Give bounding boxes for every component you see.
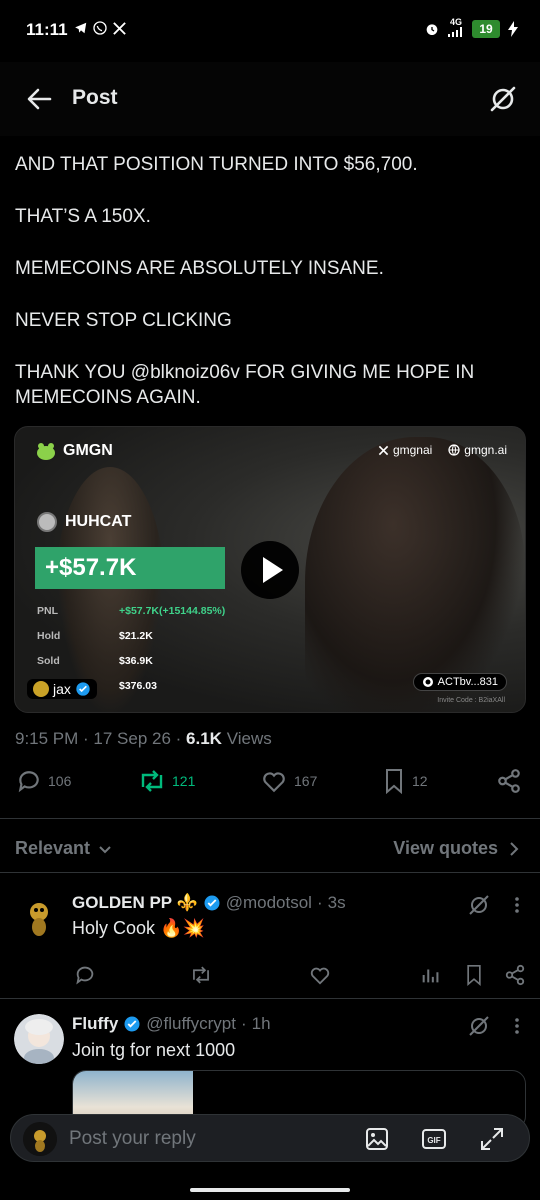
share-icon xyxy=(498,769,520,793)
reply-header: GOLDEN PP ⚜️ @modotsol · 3s xyxy=(72,893,346,913)
grok-icon[interactable] xyxy=(468,894,490,916)
token-avatar xyxy=(37,512,57,532)
invite-code: Invite Code : B2iaXAll xyxy=(437,697,505,704)
tweet-paragraph: THAT’S A 150X. xyxy=(15,206,151,227)
repost-button[interactable]: 121 xyxy=(138,768,195,794)
tweet-actions: 106 121 167 12 xyxy=(0,768,540,804)
reply-time: 3s xyxy=(327,893,346,912)
wallet-avatar-icon xyxy=(422,677,433,687)
network-type: 4G xyxy=(448,18,464,39)
notification-icons xyxy=(74,20,127,36)
media-link-x: gmgnai xyxy=(378,443,432,457)
chevron-right-icon xyxy=(510,841,519,856)
divider xyxy=(0,818,540,819)
heart-icon xyxy=(263,772,285,793)
avatar xyxy=(33,681,49,697)
reply-input-placeholder[interactable]: Post your reply xyxy=(69,1128,196,1150)
home-indicator[interactable] xyxy=(190,1188,350,1192)
sort-dropdown[interactable]: Relevant xyxy=(15,838,112,859)
expand-icon[interactable] xyxy=(479,1126,505,1152)
video-figure-right xyxy=(305,437,525,712)
analytics-icon[interactable] xyxy=(420,964,442,986)
charging-icon xyxy=(508,20,518,37)
tweet-paragraph: NEVER STOP CLICKING xyxy=(15,310,232,331)
play-icon[interactable] xyxy=(241,541,299,599)
status-bar: 11:11 4G 19 xyxy=(0,0,540,62)
video-figure-left xyxy=(55,467,165,712)
reply-handle[interactable]: @modotsol xyxy=(226,893,312,913)
reply-header: Fluffy @fluffycrypt · 1h xyxy=(72,1014,271,1034)
share-icon[interactable] xyxy=(504,964,526,986)
alarm-icon xyxy=(426,23,438,35)
user-badge: jax xyxy=(27,679,97,699)
bookmark-button[interactable]: 12 xyxy=(382,768,428,794)
bookmark-icon[interactable] xyxy=(464,964,484,986)
bookmark-icon xyxy=(386,769,402,794)
divider xyxy=(0,872,540,873)
x-icon xyxy=(113,21,126,35)
image-icon[interactable] xyxy=(364,1126,390,1152)
globe-icon xyxy=(448,444,460,456)
media-links: gmgnai gmgn.ai xyxy=(378,443,507,457)
page-title: Post xyxy=(72,86,118,109)
repost-icon xyxy=(141,770,163,792)
telegram-icon xyxy=(75,22,87,34)
verified-icon xyxy=(204,895,220,911)
header: Post xyxy=(0,62,540,136)
gmgn-logo: GMGN xyxy=(35,441,113,461)
tweet-paragraph: AND THAT POSITION TURNED INTO $56,700. xyxy=(15,154,418,175)
verified-icon xyxy=(124,1016,140,1032)
more-options-icon[interactable] xyxy=(514,896,520,914)
repost-icon[interactable] xyxy=(190,964,212,986)
tweet-paragraph: MEMECOINS ARE ABSOLUTELY INSANE. xyxy=(15,258,384,279)
reply-text: Holy Cook 🔥💥 xyxy=(72,918,205,938)
gmgn-brand-text: GMGN xyxy=(63,442,113,459)
token-name: HUHCAT xyxy=(37,512,131,532)
heart-icon[interactable] xyxy=(309,964,331,986)
grok-icon[interactable] xyxy=(468,1015,490,1037)
reply-text: Join tg for next 1000 xyxy=(72,1040,236,1060)
reply-icon[interactable] xyxy=(74,964,96,986)
reply-icon xyxy=(18,771,39,793)
reply-actions xyxy=(72,964,532,986)
avatar[interactable] xyxy=(14,892,64,942)
media-link-web: gmgn.ai xyxy=(448,443,507,457)
tweet-text: AND THAT POSITION TURNED INTO $56,700. T… xyxy=(15,152,527,437)
reply-author-name[interactable]: Fluffy xyxy=(72,1014,118,1034)
whatsapp-icon xyxy=(93,21,107,35)
tweet-paragraph: THANK YOU @blknoiz06v FOR GIVING ME HOPE… xyxy=(15,362,475,408)
back-arrow-icon[interactable] xyxy=(24,84,54,114)
more-options-icon[interactable] xyxy=(514,1017,520,1035)
reply-composer[interactable]: Post your reply GIF xyxy=(10,1114,530,1162)
grok-icon[interactable] xyxy=(488,84,518,114)
pnl-highlight: +$57.7K xyxy=(35,547,225,589)
gmgn-frog-icon xyxy=(37,443,55,460)
avatar xyxy=(23,1122,57,1156)
avatar[interactable] xyxy=(14,1014,64,1064)
wallet-badge: ACTbv...831 xyxy=(412,673,507,691)
status-right: 4G 19 xyxy=(424,18,518,39)
gif-icon[interactable]: GIF xyxy=(421,1126,447,1152)
svg-text:GIF: GIF xyxy=(427,1136,440,1145)
verified-icon xyxy=(76,682,90,696)
views-count: 6.1K xyxy=(186,729,222,748)
like-button[interactable]: 167 xyxy=(260,768,317,794)
reply-button[interactable]: 106 xyxy=(16,768,71,794)
reply-time: 1h xyxy=(251,1014,271,1033)
signal-icon xyxy=(448,27,462,37)
reply-handle[interactable]: @fluffycrypt xyxy=(146,1014,236,1034)
share-button[interactable] xyxy=(496,768,522,794)
battery-indicator: 19 xyxy=(472,19,500,38)
reply-author-name[interactable]: GOLDEN PP ⚜️ xyxy=(72,893,198,913)
view-quotes-link[interactable]: View quotes xyxy=(393,838,520,859)
status-time: 11:11 xyxy=(26,20,68,39)
tweet-meta: 9:15 PM · 17 Sep 26 · 6.1K Views xyxy=(15,729,272,748)
chevron-down-icon xyxy=(99,845,111,853)
divider xyxy=(0,998,540,999)
x-logo-icon xyxy=(378,445,389,455)
tweet-media-video[interactable]: GMGN gmgnai gmgn.ai HUHCAT +$57.7K PNL +… xyxy=(14,426,526,713)
